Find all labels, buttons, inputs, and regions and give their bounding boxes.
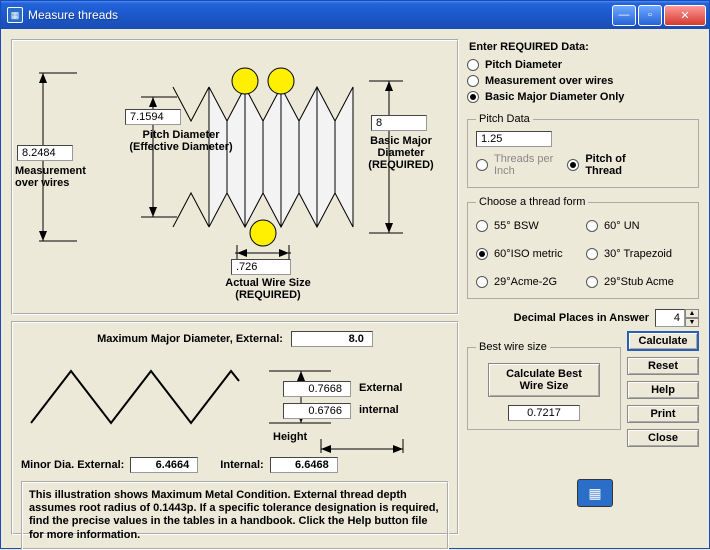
minor-ext-label: Minor Dia. External:: [21, 459, 124, 471]
spinner-down-icon[interactable]: ▼: [685, 318, 699, 327]
basic-major-diameter-input[interactable]: 8: [371, 115, 427, 131]
tpi-label: Threads per Inch: [494, 153, 553, 177]
basic-major-diameter-label: Basic Major Diameter (REQUIRED): [355, 135, 447, 171]
mow-value: 8.2484: [17, 145, 73, 161]
pitch-diameter-value: 7.1594: [125, 109, 181, 125]
minimize-button[interactable]: —: [612, 5, 636, 26]
print-button[interactable]: Print: [627, 405, 699, 423]
radio-55-bsw[interactable]: 55° BSW: [476, 220, 580, 232]
radio-29-stub-acme[interactable]: 29°Stub Acme: [586, 276, 690, 288]
maxmaj-label: Maximum Major Diameter, External:: [97, 333, 283, 345]
label-55-bsw: 55° BSW: [494, 220, 539, 232]
radio-bmd-label: Basic Major Diameter Only: [485, 91, 624, 103]
label-30-trap: 30° Trapezoid: [604, 248, 672, 260]
radio-30-trapezoid[interactable]: 30° Trapezoid: [586, 248, 690, 260]
window-title: Measure threads: [28, 8, 612, 22]
best-wire-value: 0.7217: [508, 405, 580, 421]
radio-threads-per-inch[interactable]: Threads per Inch: [476, 153, 553, 177]
illustration-note: This illustration shows Maximum Metal Co…: [21, 481, 449, 550]
close-window-button[interactable]: ✕: [664, 5, 706, 26]
label-60-iso: 60°ISO metric: [494, 248, 563, 260]
calculate-button[interactable]: Calculate: [627, 331, 699, 351]
pitch-data-fieldset: Pitch Data 1.25 Threads per Inch Pitch o…: [467, 113, 699, 188]
internal-height-value: 0.6766: [283, 403, 351, 419]
label-60-un: 60° UN: [604, 220, 640, 232]
app-window: ▦ Measure threads — ▫ ✕: [0, 0, 710, 549]
minor-ext-value: 6.4664: [130, 457, 198, 473]
help-button[interactable]: Help: [627, 381, 699, 399]
label-29-acme: 29°Acme-2G: [494, 276, 557, 288]
radio-60-un[interactable]: 60° UN: [586, 220, 690, 232]
decimal-places-spinner[interactable]: ▲▼: [655, 309, 699, 327]
close-button[interactable]: Close: [627, 429, 699, 447]
radio-60-iso[interactable]: 60°ISO metric: [476, 248, 580, 260]
radio-basic-major-diameter[interactable]: Basic Major Diameter Only: [467, 91, 699, 103]
thread-detail-panel: Maximum Major Diameter, External: 8.0: [11, 321, 459, 535]
calculate-best-wire-button[interactable]: Calculate Best Wire Size: [488, 363, 600, 397]
best-wire-legend: Best wire size: [476, 341, 550, 353]
radio-pitch-diameter-label: Pitch Diameter: [485, 59, 562, 71]
maxmaj-value: 8.0: [291, 331, 373, 347]
radio-mow-label: Measurement over wires: [485, 75, 613, 87]
pitch-value-input[interactable]: 1.25: [476, 131, 552, 147]
external-label: External: [359, 382, 402, 394]
thread-form-fieldset: Choose a thread form 55° BSW 60° UN 60°I…: [467, 196, 699, 299]
enter-required-heading: Enter REQUIRED Data:: [469, 41, 699, 53]
internal-label: internal: [359, 404, 399, 416]
internal-minor-value: 6.6468: [270, 457, 338, 473]
reset-button[interactable]: Reset: [627, 357, 699, 375]
pitch-data-legend: Pitch Data: [476, 113, 533, 125]
radio-pitch-of-thread[interactable]: Pitch of Thread: [567, 153, 625, 177]
calculator-icon[interactable]: ▦: [577, 479, 613, 507]
external-height-value: 0.7668: [283, 381, 351, 397]
decimal-places-label: Decimal Places in Answer: [514, 312, 649, 324]
internal-minor-label: Internal:: [220, 459, 263, 471]
radio-29-acme[interactable]: 29°Acme-2G: [476, 276, 580, 288]
thread-illustration-panel: 8.2484 Measurement over wires 7.1594 Pit…: [11, 39, 459, 315]
titlebar[interactable]: ▦ Measure threads — ▫ ✕: [1, 1, 709, 29]
app-icon: ▦: [7, 7, 23, 23]
thread-profile-svg: [21, 353, 451, 453]
thread-form-legend: Choose a thread form: [476, 196, 588, 208]
radio-measurement-over-wires[interactable]: Measurement over wires: [467, 75, 699, 87]
maximize-button[interactable]: ▫: [638, 5, 662, 26]
best-wire-size-fieldset: Best wire size Calculate Best Wire Size …: [467, 341, 621, 430]
mow-label: Measurement over wires: [15, 165, 111, 189]
radio-pitch-diameter[interactable]: Pitch Diameter: [467, 59, 699, 71]
pot-label: Pitch of Thread: [585, 153, 625, 177]
spinner-up-icon[interactable]: ▲: [685, 309, 699, 318]
decimal-places-input[interactable]: [655, 309, 685, 327]
wire-size-label: Actual Wire Size (REQUIRED): [203, 277, 333, 301]
label-29-stub: 29°Stub Acme: [604, 276, 674, 288]
pitch-diameter-label: Pitch Diameter (Effective Diameter): [111, 129, 251, 153]
wire-size-input[interactable]: .726: [231, 259, 291, 275]
height-label: Height: [273, 431, 307, 443]
